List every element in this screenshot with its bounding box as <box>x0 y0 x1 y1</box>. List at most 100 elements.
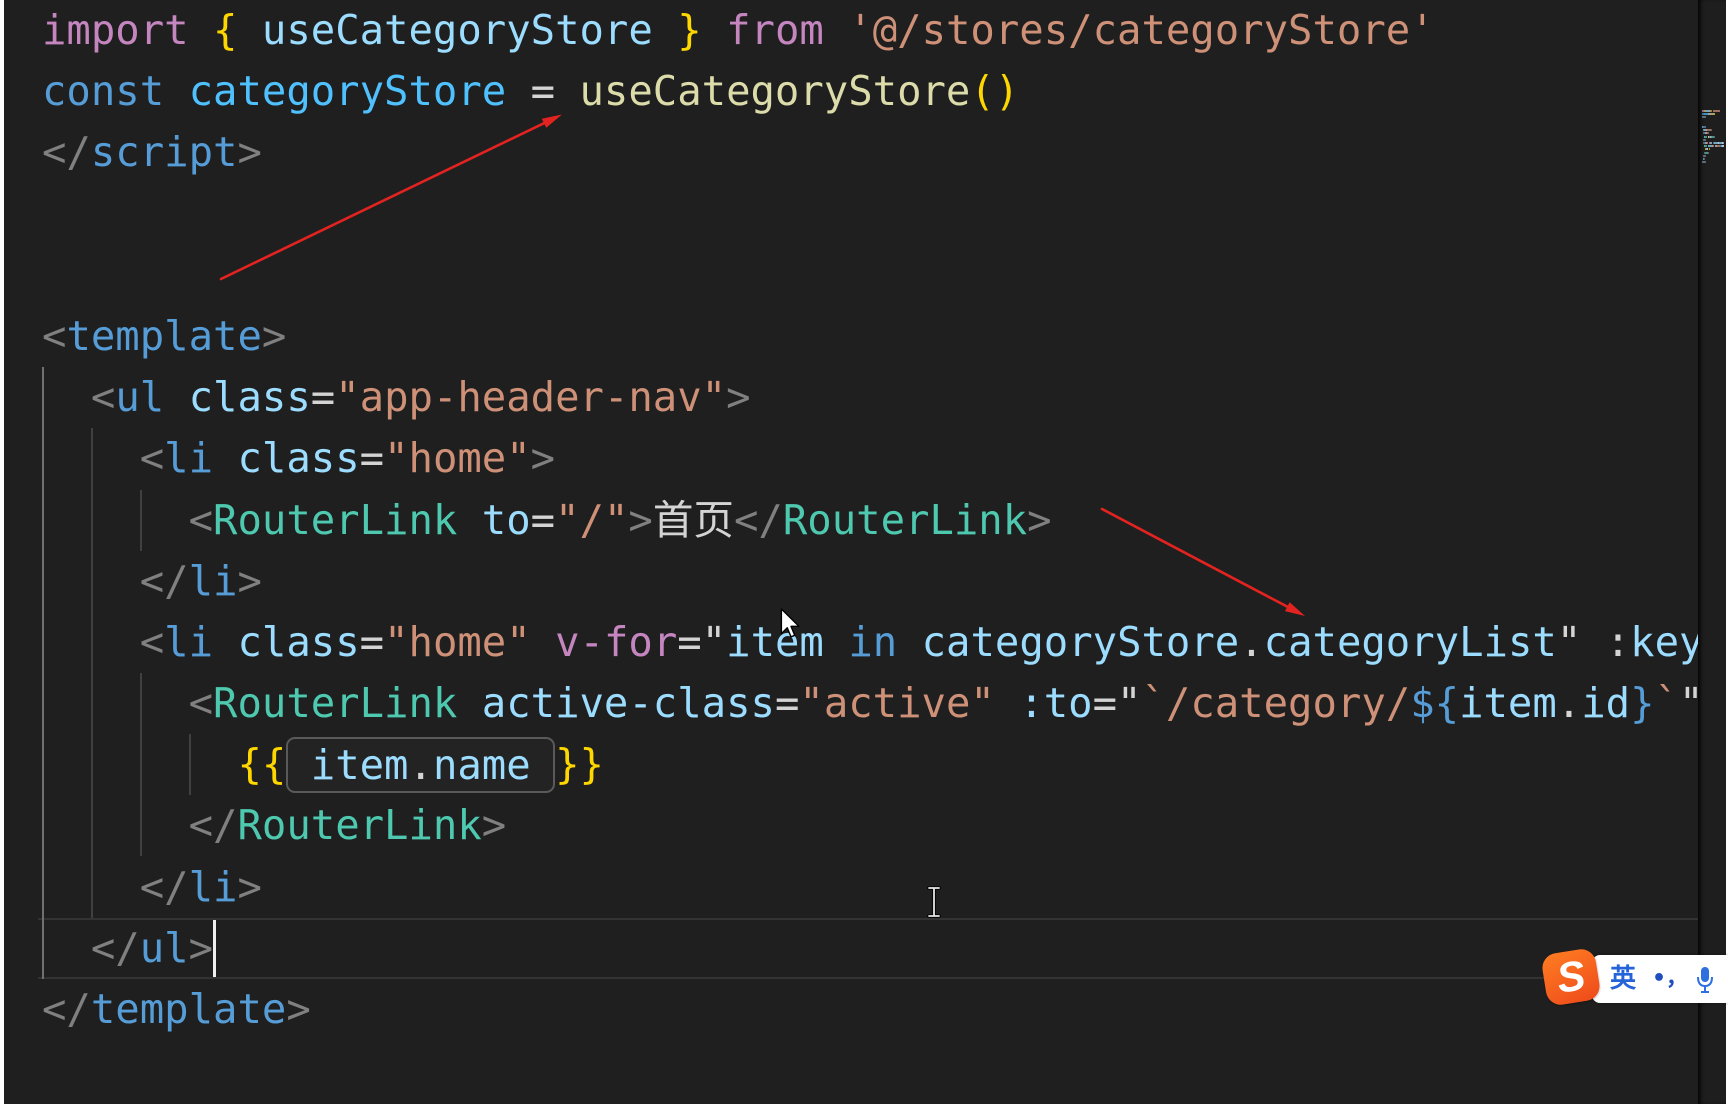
code-token: > <box>481 801 507 850</box>
code-token: useCategoryStore <box>261 6 653 54</box>
code-token: </ <box>139 862 189 911</box>
code-token: {{ <box>237 740 287 789</box>
code-token: to <box>481 495 531 544</box>
code-token: = <box>506 67 580 116</box>
code-token: li <box>164 617 214 666</box>
code-line[interactable]: import { useCategoryStore } from '@/stor… <box>4 0 1698 61</box>
code-line[interactable]: <ul class="app-header-nav"> <box>4 367 1698 428</box>
code-token: < <box>90 373 116 422</box>
code-token: ${ <box>1410 679 1460 728</box>
minimap[interactable] <box>1698 0 1726 1104</box>
code-token: </ <box>139 556 189 605</box>
arrow-pointer-icon <box>780 608 800 638</box>
code-token: . <box>1556 679 1582 728</box>
code-token: "/" <box>555 495 629 544</box>
code-token: RouterLink <box>237 801 482 850</box>
minimap-mark <box>1704 138 1706 141</box>
code-token: li <box>188 862 238 911</box>
code-line[interactable]: {{ item.name }} <box>4 734 1698 795</box>
code-token: const <box>42 67 165 116</box>
code-token: > <box>726 373 751 422</box>
minimap-mark <box>1704 116 1706 119</box>
punctuation-toggle[interactable]: •， <box>1652 962 1688 996</box>
minimap-mark <box>1708 148 1710 151</box>
code-token: } <box>677 6 702 54</box>
code-editor[interactable]: import { useCategoryStore } from '@/stor… <box>4 0 1726 1104</box>
code-token: class <box>188 373 311 422</box>
code-token: </ <box>90 923 140 972</box>
code-token: class <box>237 617 360 666</box>
code-token: > <box>188 923 214 972</box>
code-token: () <box>970 67 1020 116</box>
code-line[interactable]: </ul> <box>4 917 1698 980</box>
code-token: </ <box>42 985 91 1033</box>
code-line[interactable]: </RouterLink> <box>4 795 1698 856</box>
code-line[interactable]: <RouterLink active-class="active" :to="`… <box>4 673 1698 734</box>
code-line[interactable]: </template> <box>4 979 1698 1040</box>
code-token: = <box>359 617 385 666</box>
code-line[interactable]: <li class="home"> <box>4 428 1698 489</box>
minimap-mark <box>1704 110 1710 112</box>
minimap-mark <box>1714 135 1716 138</box>
code-token: }} <box>555 740 604 789</box>
code-token: < <box>42 311 67 360</box>
minimap-mark <box>1710 129 1712 132</box>
code-token: :to <box>1019 679 1093 728</box>
code-line[interactable]: </li> <box>4 551 1698 612</box>
microphone-icon[interactable] <box>1695 965 1715 995</box>
code-token: `/category/ <box>1141 679 1411 728</box>
code-area[interactable]: import { useCategoryStore } from '@/stor… <box>4 0 1698 1104</box>
minimap-mark <box>1704 126 1706 128</box>
code-token: } <box>1630 679 1655 728</box>
code-line[interactable] <box>4 245 1698 306</box>
ibeam-cursor-icon <box>927 886 941 918</box>
code-line[interactable]: </script> <box>4 122 1698 183</box>
symbol-highlight: item.name <box>286 736 556 793</box>
code-token: > <box>237 556 262 605</box>
minimap-mark <box>1712 110 1721 112</box>
code-token: script <box>90 128 238 177</box>
code-token: categoryStore <box>921 617 1240 666</box>
code-token: =" <box>677 617 727 666</box>
code-token: li <box>188 556 238 605</box>
code-token: RouterLink <box>782 495 1028 544</box>
code-token: . <box>408 740 433 789</box>
sogou-logo-icon[interactable]: S <box>1540 947 1602 1007</box>
code-token: ul <box>139 923 189 972</box>
code-token: in <box>848 617 898 666</box>
code-token: > <box>530 434 556 483</box>
indent-guide <box>90 428 93 918</box>
code-line[interactable]: <template> <box>4 306 1698 367</box>
code-line[interactable]: <RouterLink to="/">首页</RouterLink> <box>4 490 1698 551</box>
code-token: > <box>1027 495 1052 544</box>
code-line[interactable]: const categoryStore = useCategoryStore() <box>4 61 1698 122</box>
code-line[interactable]: <li class="home" v-for="item in category… <box>4 612 1698 673</box>
code-token: = <box>774 679 800 728</box>
code-token: template <box>66 311 262 360</box>
code-token: categoryStore <box>188 67 507 116</box>
code-token: '@/stores/categoryStore' <box>848 6 1435 54</box>
indent-guide <box>139 673 142 856</box>
code-token: =" <box>1092 679 1142 728</box>
code-token: > <box>237 128 262 177</box>
code-token: { <box>213 6 238 54</box>
minimap-mark <box>1703 158 1705 160</box>
minimap-mark <box>1707 151 1709 154</box>
code-line[interactable] <box>4 184 1698 245</box>
code-token: : <box>1605 617 1631 666</box>
code-line[interactable]: </li> <box>4 857 1698 918</box>
code-token: class <box>237 434 360 483</box>
code-token: < <box>139 617 165 666</box>
input-mode-toggle[interactable]: 英 <box>1610 962 1636 996</box>
code-token: = <box>310 373 336 422</box>
